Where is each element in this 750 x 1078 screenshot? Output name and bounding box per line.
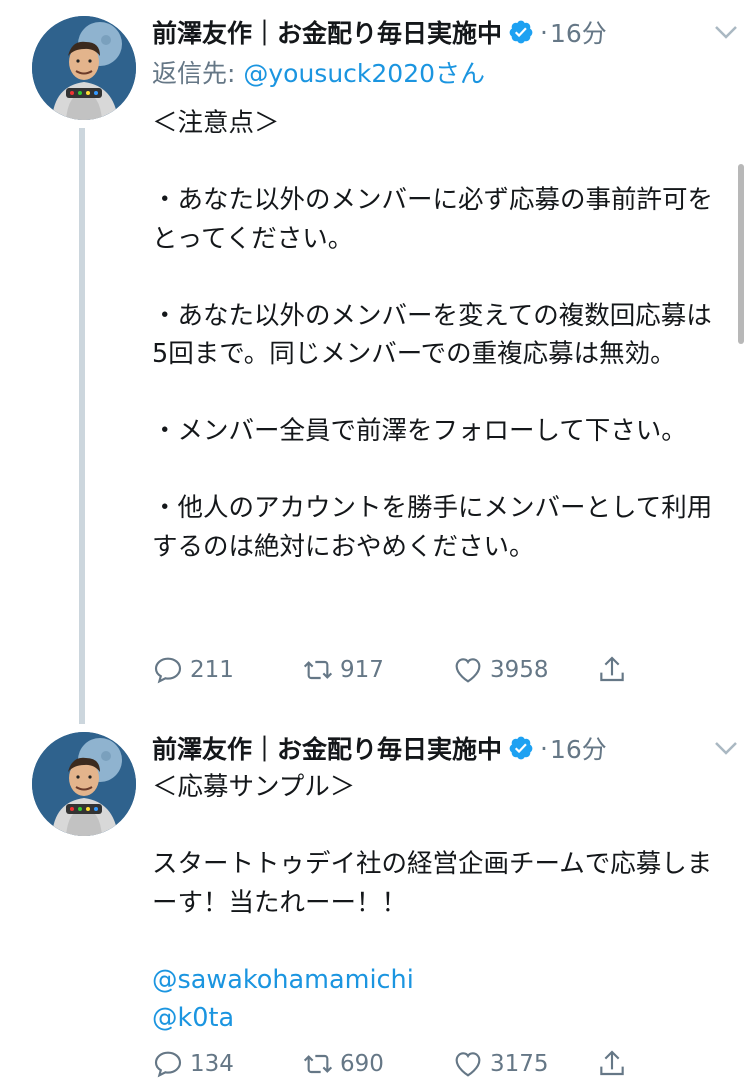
like-icon xyxy=(455,658,481,683)
avatar-image xyxy=(32,16,136,120)
tweet-time[interactable]: 16分 xyxy=(550,14,607,50)
thread-line xyxy=(79,128,85,724)
timeline: 前澤友作｜お金配り毎日実施中 · 16分 返信先: @yousuck2020さん… xyxy=(0,0,750,1078)
reply-button[interactable]: 134 xyxy=(152,1048,234,1078)
reply-icon xyxy=(154,1051,182,1078)
tweet-line: ＜応募サンプル＞ xyxy=(152,772,356,802)
tweet-line xyxy=(152,374,724,413)
avatar[interactable] xyxy=(32,16,136,120)
tweet-line: ・あなた以外のメンバーを変えての複数回応募は5回まで。同じメンバーでの重複応募は… xyxy=(152,300,712,370)
tweet-line xyxy=(152,258,724,297)
like-button[interactable]: 3958 xyxy=(452,654,549,686)
tweet-time[interactable]: 16分 xyxy=(550,730,607,766)
chevron-down-icon[interactable] xyxy=(712,738,740,758)
share-button[interactable] xyxy=(596,1048,634,1078)
tweet-line xyxy=(152,451,724,490)
like-button[interactable]: 3175 xyxy=(452,1048,549,1078)
reply-count: 134 xyxy=(190,1051,234,1077)
like-icon xyxy=(455,1052,481,1077)
tweet-line: ＜注意点＞ xyxy=(152,108,280,138)
tweet-line xyxy=(152,922,724,961)
mention-link[interactable]: @sawakohamamichi xyxy=(152,961,724,1000)
reply-button[interactable]: 211 xyxy=(152,654,234,686)
tweet-actions: 211 917 3958 xyxy=(152,654,652,694)
share-icon xyxy=(600,656,624,682)
verified-badge-icon xyxy=(508,19,534,45)
avatar[interactable] xyxy=(32,732,136,836)
verified-badge-icon xyxy=(508,735,534,761)
like-count: 3175 xyxy=(490,1051,549,1077)
avatar-image xyxy=(32,732,136,836)
separator-dot: · xyxy=(540,733,548,763)
replying-to: 返信先: @yousuck2020さん xyxy=(152,54,485,90)
share-icon xyxy=(600,1050,624,1076)
author-name[interactable]: 前澤友作｜お金配り毎日実施中 xyxy=(152,14,502,50)
retweet-button[interactable]: 690 xyxy=(302,1048,384,1078)
tweet-line: ・他人のアカウントを勝手にメンバーとして利用するのは絶対におやめください。 xyxy=(152,493,713,562)
mention-link[interactable]: @k0ta xyxy=(152,999,724,1038)
tweet-line: ・メンバー全員で前澤をフォローして下さい。 xyxy=(152,416,687,446)
chevron-down-icon[interactable] xyxy=(712,22,740,42)
share-button[interactable] xyxy=(596,654,634,686)
tweet-actions: 134 690 3175 xyxy=(152,1048,652,1078)
tweet-line xyxy=(152,143,724,182)
replying-prefix: 返信先: xyxy=(152,59,244,88)
tweet-header: 前澤友作｜お金配り毎日実施中 · 16分 xyxy=(152,728,730,768)
scrollbar[interactable] xyxy=(738,164,744,344)
retweet-button[interactable]: 917 xyxy=(302,654,384,686)
retweet-icon xyxy=(303,1054,333,1074)
tweet-text: ＜注意点＞ ・あなた以外のメンバーに必ず応募の事前許可をとってください。 ・あな… xyxy=(152,104,724,566)
like-count: 3958 xyxy=(490,657,549,683)
retweet-icon xyxy=(303,660,333,680)
tweet-line: スタートトゥデイ社の経営企画チームで応募しまーす！当たれーー！！ xyxy=(152,849,713,918)
reply-count: 211 xyxy=(190,657,234,683)
replying-handle-link[interactable]: @yousuck2020さん xyxy=(243,59,485,88)
author-name[interactable]: 前澤友作｜お金配り毎日実施中 xyxy=(152,730,502,766)
tweet-text: ＜応募サンプル＞ スタートトゥデイ社の経営企画チームで応募しまーす！当たれーー！… xyxy=(152,768,724,1038)
tweet-line xyxy=(152,807,724,846)
retweet-count: 690 xyxy=(340,1051,384,1077)
tweet-line: ・あなた以外のメンバーに必ず応募の事前許可をとってください。 xyxy=(152,185,714,254)
separator-dot: · xyxy=(540,17,548,47)
retweet-count: 917 xyxy=(340,657,384,683)
tweet-header: 前澤友作｜お金配り毎日実施中 · 16分 xyxy=(152,12,730,52)
reply-icon xyxy=(154,657,182,684)
